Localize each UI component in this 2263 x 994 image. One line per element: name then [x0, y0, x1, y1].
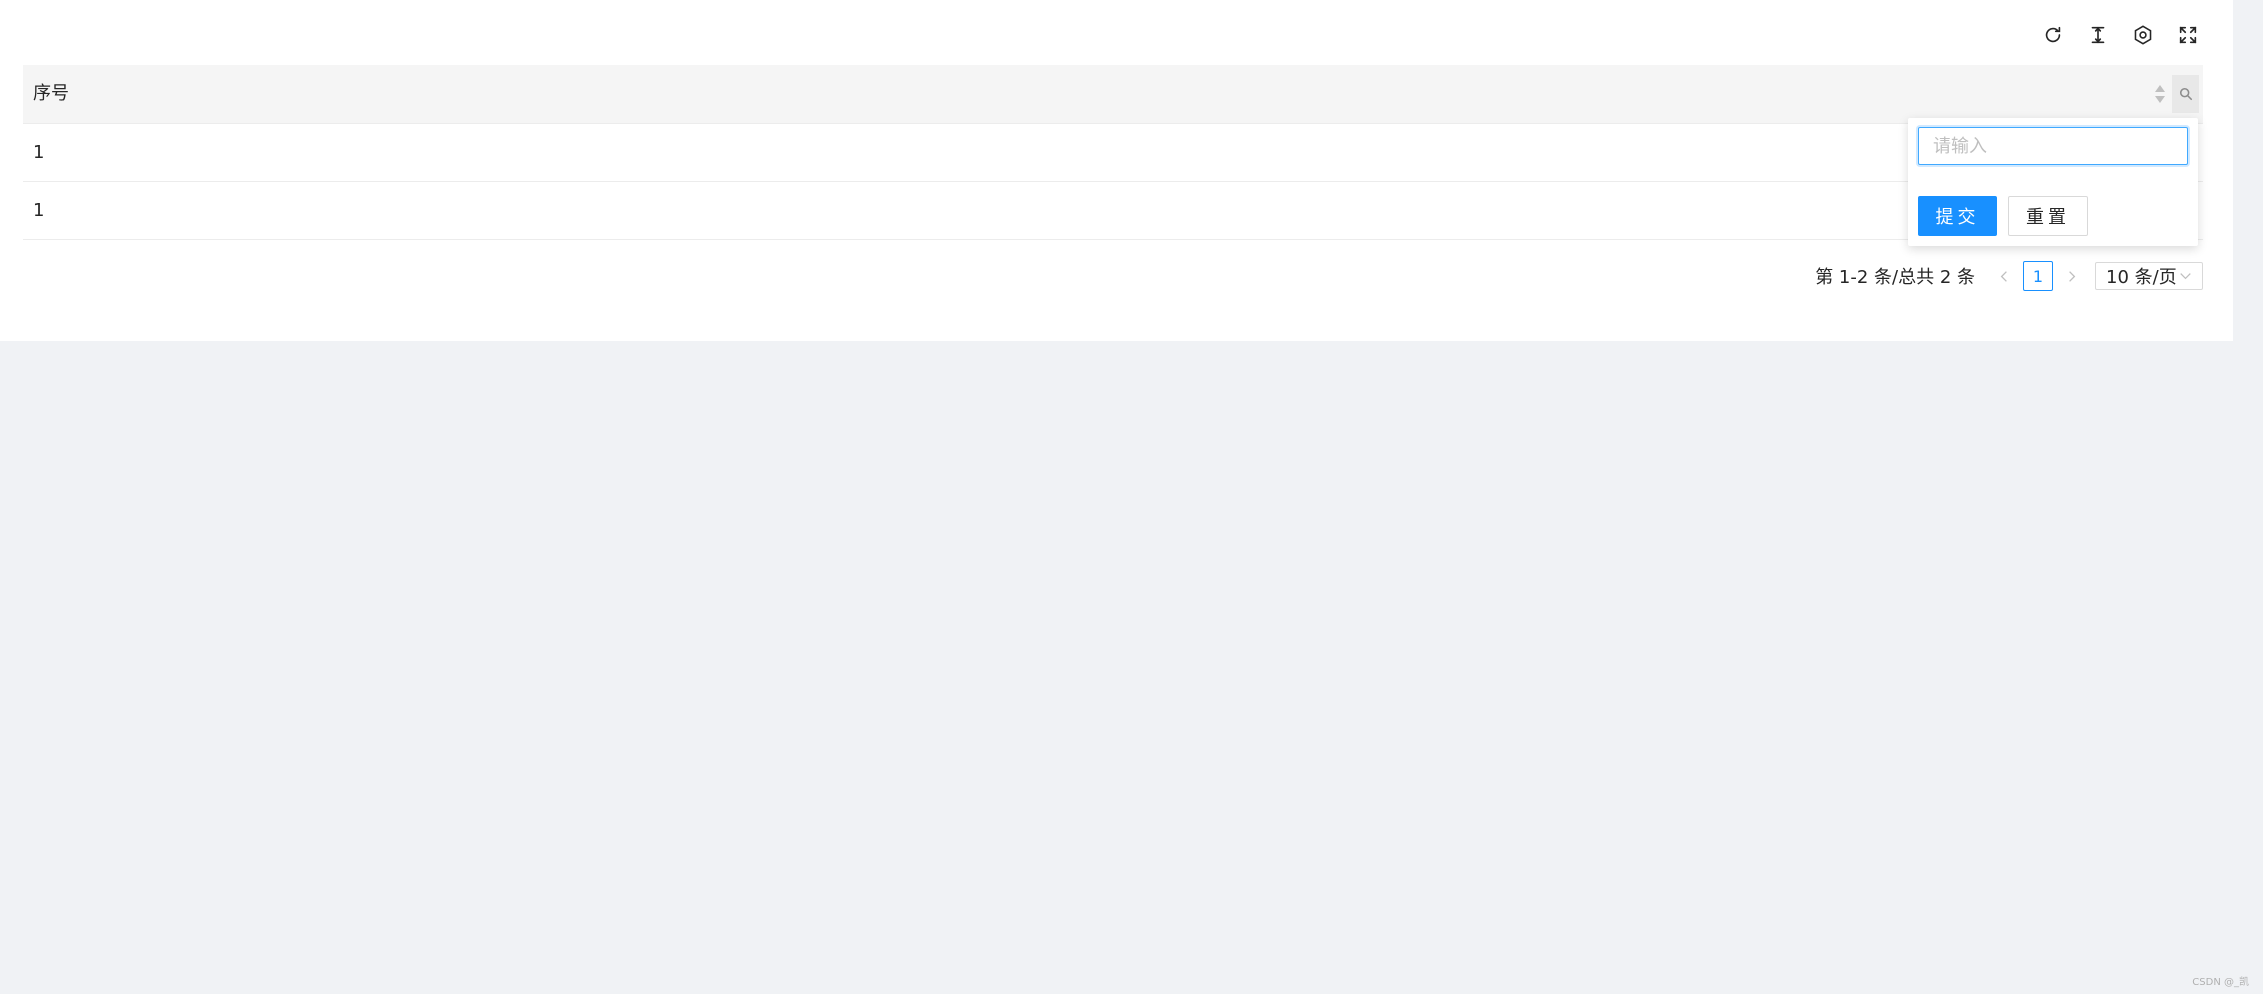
submit-button[interactable]: 提交: [1918, 196, 1997, 236]
table-header: 序号: [23, 65, 2203, 124]
table-cell-index: 1: [33, 200, 45, 221]
table-card: 序号 1 1 第 1-2 条/总共 2 条 1 10 条/页: [0, 0, 2233, 341]
column-title-index: 序号: [33, 83, 69, 104]
page-item-current[interactable]: 1: [2023, 261, 2053, 291]
table-row: 1: [23, 124, 2203, 182]
reset-button[interactable]: 重置: [2008, 196, 2088, 236]
pagination: 第 1-2 条/总共 2 条 1 10 条/页: [1815, 261, 2203, 291]
page-size-value: 10 条/页: [2106, 267, 2177, 288]
column-height-icon[interactable]: [2083, 20, 2113, 50]
table-row: 1: [23, 182, 2203, 240]
next-page-icon[interactable]: [2059, 261, 2085, 291]
chevron-down-icon: [2179, 268, 2192, 284]
pagination-total: 第 1-2 条/总共 2 条: [1815, 267, 1975, 288]
search-icon[interactable]: [2172, 75, 2199, 113]
sort-icon[interactable]: [2153, 83, 2167, 105]
filter-dropdown: 提交 重置: [1908, 118, 2198, 246]
reload-icon[interactable]: [2038, 20, 2068, 50]
search-input[interactable]: [1918, 127, 2188, 165]
page-size-select[interactable]: 10 条/页: [2095, 262, 2203, 290]
data-table: 序号 1 1: [23, 65, 2203, 240]
setting-icon[interactable]: [2128, 20, 2158, 50]
table-cell-index: 1: [33, 142, 45, 163]
watermark: CSDN @_凯: [2192, 977, 2249, 988]
prev-page-icon[interactable]: [1991, 261, 2017, 291]
fullscreen-icon[interactable]: [2173, 20, 2203, 50]
